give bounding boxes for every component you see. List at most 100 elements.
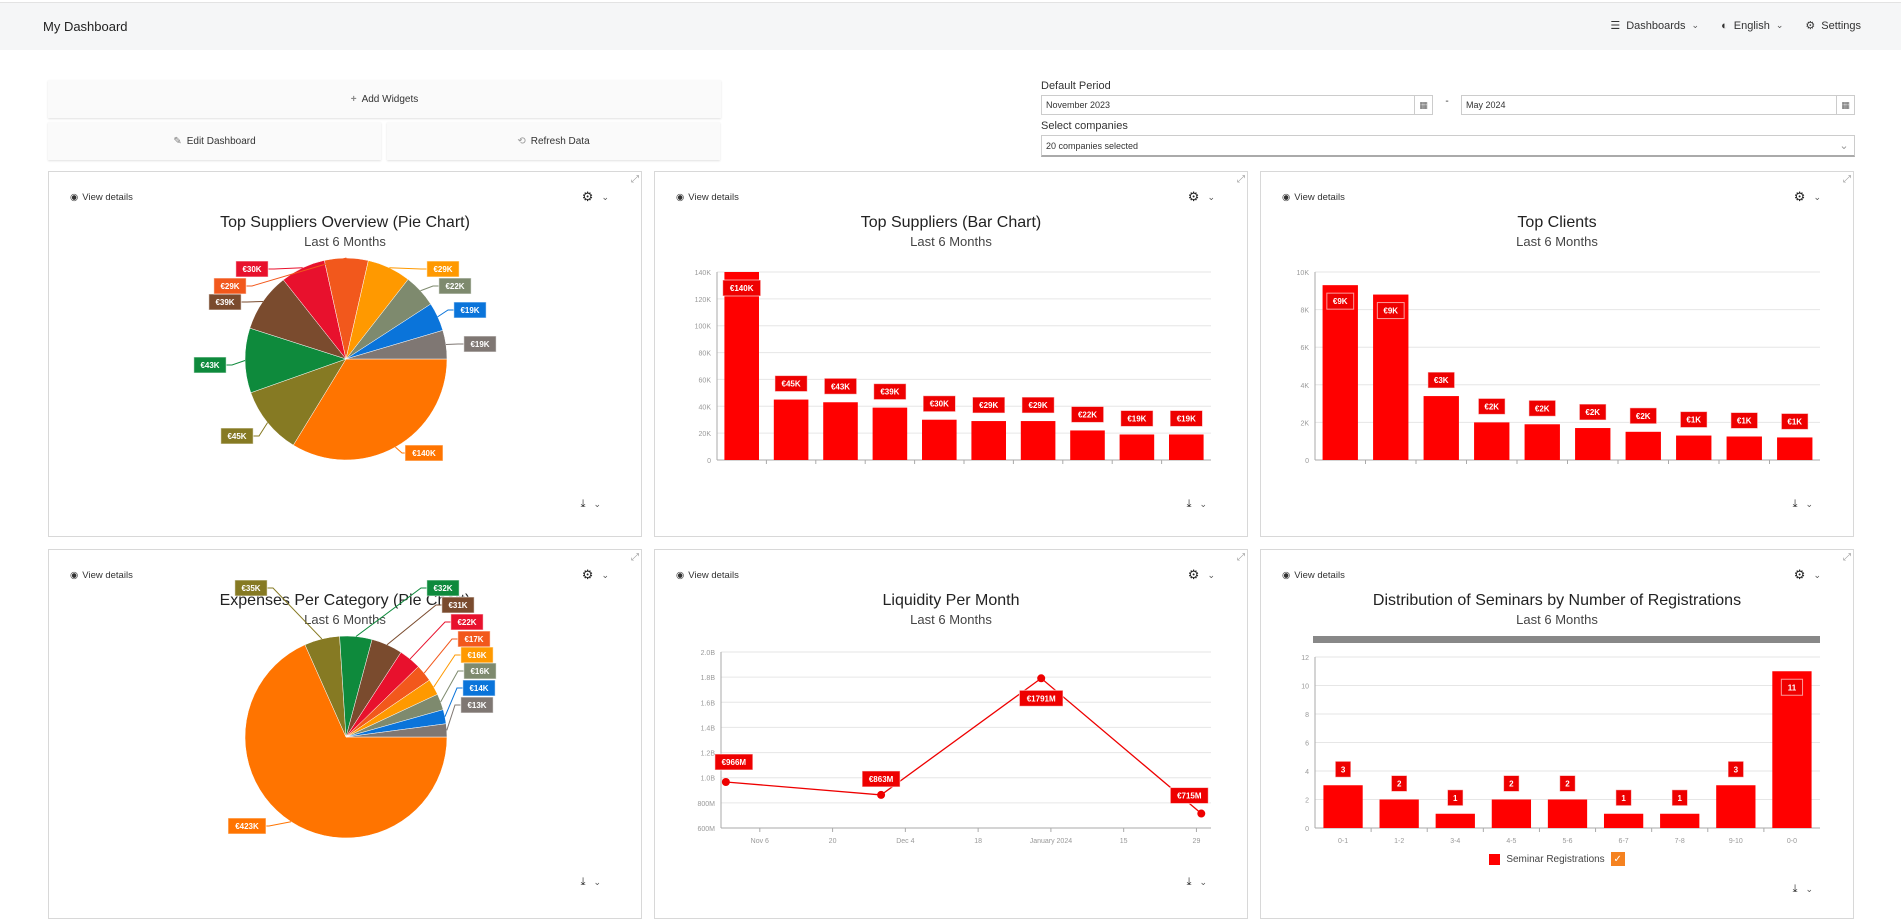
bar[interactable] [1604, 814, 1643, 828]
bar-data-label: €140K [730, 284, 754, 293]
language-label: English [1734, 20, 1770, 32]
period-to-input[interactable]: May 2024 ▦ [1461, 95, 1855, 115]
line-point[interactable] [722, 778, 730, 786]
bar-data-label: 2 [1509, 780, 1514, 789]
refresh-data-button[interactable]: ⟲ Refresh Data [387, 122, 720, 160]
bar[interactable] [1070, 430, 1105, 460]
x-tick-label: 15 [1120, 838, 1128, 845]
bar[interactable] [724, 272, 759, 460]
bar[interactable] [873, 408, 908, 460]
bar[interactable] [1727, 437, 1762, 461]
bar-data-label: 2 [1397, 780, 1402, 789]
widget-top-suppliers-bar: ◉ View details ⚙ ⌄ ⤢ Top Suppliers (Bar … [654, 171, 1248, 537]
period-from-input[interactable]: November 2023 ▦ [1041, 95, 1433, 115]
bar[interactable] [823, 402, 858, 460]
y-tick-label: 60K [699, 377, 712, 384]
line-point[interactable] [877, 791, 885, 799]
add-widgets-button[interactable]: + Add Widgets [48, 80, 721, 118]
bar[interactable] [1716, 785, 1755, 828]
bar[interactable] [1492, 800, 1531, 829]
calendar-icon[interactable]: ▦ [1836, 96, 1854, 114]
x-tick-label: 5-6 [1562, 838, 1572, 845]
bar-data-label: €2K [1585, 408, 1600, 417]
top-nav: ☰ Dashboards ⌄ ◐ English ⌄ ⚙ Settings [1610, 19, 1861, 32]
bar-data-label: €1K [1787, 417, 1802, 426]
line-data-label: €863M [869, 775, 894, 784]
bar[interactable] [971, 421, 1006, 460]
bar[interactable] [1548, 800, 1587, 829]
x-tick-label: 0-0 [1787, 838, 1797, 845]
settings-link[interactable]: ⚙ Settings [1805, 19, 1861, 32]
widget-expenses-pie: ◉ View details ⚙ ⌄ ⤢ Expenses Per Catego… [48, 549, 642, 919]
bar[interactable] [1575, 428, 1610, 460]
bar[interactable] [1626, 432, 1661, 460]
y-tick-label: 4 [1305, 769, 1309, 776]
calendar-icon[interactable]: ▦ [1414, 96, 1432, 114]
period-from-value: November 2023 [1042, 100, 1414, 110]
bar-data-label: €9K [1333, 297, 1348, 306]
language-menu[interactable]: ◐ English ⌄ [1721, 19, 1783, 32]
bar[interactable] [1021, 421, 1056, 460]
bar-data-label: 3 [1341, 765, 1346, 774]
bar[interactable] [1120, 434, 1155, 460]
bar[interactable] [1380, 800, 1419, 829]
pie-data-label: €39K [215, 298, 234, 307]
pie-data-label: €17K [464, 635, 483, 644]
bar[interactable] [774, 400, 809, 460]
pie-data-label: €140K [412, 449, 436, 458]
y-tick-label: 0 [1305, 826, 1309, 833]
bar[interactable] [1676, 436, 1711, 460]
bar[interactable] [922, 420, 957, 460]
bar[interactable] [1169, 434, 1204, 460]
edit-dashboard-button[interactable]: ✎ Edit Dashboard [48, 122, 381, 160]
bar[interactable] [1525, 424, 1560, 460]
y-tick-label: 100K [695, 324, 712, 331]
bar-data-label: €19K [1127, 414, 1146, 423]
pie-data-label: €30K [242, 265, 261, 274]
y-tick-label: 140K [695, 270, 712, 277]
chart-legend[interactable]: Seminar Registrations ✓ [1261, 852, 1853, 866]
y-tick-label: 8 [1305, 712, 1309, 719]
bar[interactable] [1323, 285, 1358, 460]
chart-canvas: 600M800M1.0B1.2B1.4B1.6B1.8B2.0BNov 620D… [655, 550, 1249, 920]
legend-checkbox[interactable]: ✓ [1611, 852, 1625, 866]
range-navigator[interactable] [1313, 636, 1820, 643]
dashboards-label: Dashboards [1626, 20, 1685, 32]
bar-data-label: €2K [1636, 412, 1651, 421]
bar-data-label: 1 [1621, 794, 1626, 803]
y-tick-label: 12 [1301, 655, 1309, 662]
bar[interactable] [1660, 814, 1699, 828]
y-tick-label: 1.4B [701, 725, 716, 732]
pie-data-label: €31K [448, 601, 467, 610]
line-data-label: €715M [1177, 792, 1202, 801]
dashboards-menu[interactable]: ☰ Dashboards ⌄ [1610, 19, 1699, 32]
bar-data-label: €1K [1737, 417, 1752, 426]
bar[interactable] [1323, 785, 1362, 828]
x-tick-label: 4-5 [1506, 838, 1516, 845]
y-tick-label: 40K [699, 404, 712, 411]
pie-data-label: €45K [227, 432, 246, 441]
bar-data-label: 3 [1734, 765, 1739, 774]
bar[interactable] [1373, 295, 1408, 460]
line-point[interactable] [1197, 810, 1205, 818]
plus-icon: + [351, 94, 357, 105]
widget-liquidity: ◉ View details ⚙ ⌄ ⤢ Liquidity Per Month… [654, 549, 1248, 919]
y-tick-label: 2 [1305, 798, 1309, 805]
bar-data-label: €2K [1535, 404, 1550, 413]
bar[interactable] [1474, 422, 1509, 460]
x-tick-label: 7-8 [1675, 838, 1685, 845]
chart-canvas: €423K€35K€32K€31K€22K€17K€16K€16K€14K€13… [49, 550, 643, 920]
bar-data-label: €3K [1434, 376, 1449, 385]
pie-data-label: €43K [200, 361, 219, 370]
bar[interactable] [1424, 396, 1459, 460]
y-tick-label: 8K [1300, 308, 1309, 315]
chevron-down-icon: ⌄ [1776, 20, 1784, 31]
pie-data-label: €22K [445, 282, 464, 291]
pie-data-label: €13K [467, 701, 486, 710]
pie-data-label: €16K [470, 667, 489, 676]
filters-panel: Default Period November 2023 ▦ - May 202… [1041, 80, 1855, 157]
line-point[interactable] [1037, 674, 1045, 682]
bar[interactable] [1436, 814, 1475, 828]
companies-select[interactable]: 20 companies selected ⌄ [1041, 135, 1855, 157]
bar[interactable] [1777, 437, 1812, 460]
